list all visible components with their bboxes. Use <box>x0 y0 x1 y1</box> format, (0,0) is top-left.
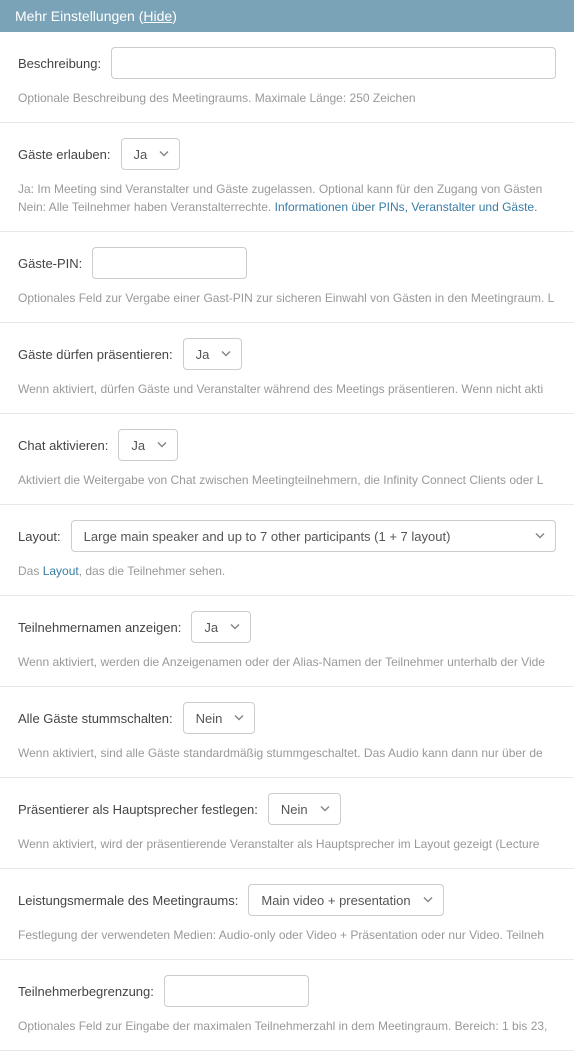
pins-info-link[interactable]: Informationen über PINs, Veranstalter un… <box>275 200 538 214</box>
guests-present-value: Ja <box>196 347 210 362</box>
presenter-main-value: Nein <box>281 802 308 817</box>
field-capabilities: Leistungsmermale des Meetingraums: Main … <box>0 869 574 960</box>
description-help: Optionale Beschreibung des Meetingraums.… <box>18 89 556 107</box>
presenter-main-label: Präsentierer als Hauptsprecher festlegen… <box>18 802 258 817</box>
show-names-help: Wenn aktiviert, werden die Anzeigenamen … <box>18 653 556 671</box>
field-description: Beschreibung: Optionale Beschreibung des… <box>0 32 574 123</box>
description-label: Beschreibung: <box>18 56 101 71</box>
chevron-down-icon <box>221 347 231 362</box>
chat-label: Chat aktivieren: <box>18 438 108 453</box>
allow-guests-help2: Nein: Alle Teilnehmer haben Veranstalter… <box>18 198 556 216</box>
show-names-label: Teilnehmernamen anzeigen: <box>18 620 181 635</box>
guests-present-help: Wenn aktiviert, dürfen Gäste und Veranst… <box>18 380 556 398</box>
field-guests-present: Gäste dürfen präsentieren: Ja Wenn aktiv… <box>0 323 574 414</box>
chevron-down-icon <box>159 147 169 162</box>
settings-header: Mehr Einstellungen (Hide) <box>0 0 574 32</box>
header-title-suffix: ) <box>172 8 177 24</box>
field-presenter-main: Präsentierer als Hauptsprecher festlegen… <box>0 778 574 869</box>
capabilities-value: Main video + presentation <box>261 893 410 908</box>
field-chat: Chat aktivieren: Ja Aktiviert die Weiter… <box>0 414 574 505</box>
limit-label: Teilnehmerbegrenzung: <box>18 984 154 999</box>
chevron-down-icon <box>423 893 433 908</box>
show-names-select[interactable]: Ja <box>191 611 251 643</box>
hide-link[interactable]: Hide <box>143 8 172 24</box>
header-title-prefix: Mehr Einstellungen ( <box>15 8 143 24</box>
layout-help: Das Layout, das die Teilnehmer sehen. <box>18 562 556 580</box>
presenter-main-select[interactable]: Nein <box>268 793 341 825</box>
guest-pin-help: Optionales Feld zur Vergabe einer Gast-P… <box>18 289 556 307</box>
layout-select[interactable]: Large main speaker and up to 7 other par… <box>71 520 556 552</box>
layout-label: Layout: <box>18 529 61 544</box>
capabilities-label: Leistungsmermale des Meetingraums: <box>18 893 238 908</box>
presenter-main-help: Wenn aktiviert, wird der präsentierende … <box>18 835 556 853</box>
limit-input[interactable] <box>164 975 309 1007</box>
chevron-down-icon <box>320 802 330 817</box>
chevron-down-icon <box>535 529 545 544</box>
chat-select[interactable]: Ja <box>118 429 178 461</box>
chat-help: Aktiviert die Weitergabe von Chat zwisch… <box>18 471 556 489</box>
mute-guests-value: Nein <box>196 711 223 726</box>
chat-value: Ja <box>131 438 145 453</box>
chevron-down-icon <box>230 620 240 635</box>
mute-guests-help: Wenn aktiviert, sind alle Gäste standard… <box>18 744 556 762</box>
mute-guests-label: Alle Gäste stummschalten: <box>18 711 173 726</box>
guests-present-select[interactable]: Ja <box>183 338 243 370</box>
mute-guests-select[interactable]: Nein <box>183 702 256 734</box>
allow-guests-select[interactable]: Ja <box>121 138 181 170</box>
layout-value: Large main speaker and up to 7 other par… <box>84 529 451 544</box>
chevron-down-icon <box>157 438 167 453</box>
guests-present-label: Gäste dürfen präsentieren: <box>18 347 173 362</box>
field-show-names: Teilnehmernamen anzeigen: Ja Wenn aktivi… <box>0 596 574 687</box>
guest-pin-input[interactable] <box>92 247 247 279</box>
field-layout: Layout: Large main speaker and up to 7 o… <box>0 505 574 596</box>
capabilities-select[interactable]: Main video + presentation <box>248 884 443 916</box>
limit-help: Optionales Feld zur Eingabe der maximale… <box>18 1017 556 1035</box>
show-names-value: Ja <box>204 620 218 635</box>
allow-guests-label: Gäste erlauben: <box>18 147 111 162</box>
field-mute-guests: Alle Gäste stummschalten: Nein Wenn akti… <box>0 687 574 778</box>
layout-link[interactable]: Layout <box>43 564 79 578</box>
capabilities-help: Festlegung der verwendeten Medien: Audio… <box>18 926 556 944</box>
allow-guests-value: Ja <box>134 147 148 162</box>
description-input[interactable] <box>111 47 556 79</box>
allow-guests-help1: Ja: Im Meeting sind Veranstalter und Gäs… <box>18 180 556 198</box>
guest-pin-label: Gäste-PIN: <box>18 256 82 271</box>
field-limit: Teilnehmerbegrenzung: Optionales Feld zu… <box>0 960 574 1051</box>
field-guest-pin: Gäste-PIN: Optionales Feld zur Vergabe e… <box>0 232 574 323</box>
field-allow-guests: Gäste erlauben: Ja Ja: Im Meeting sind V… <box>0 123 574 232</box>
chevron-down-icon <box>234 711 244 726</box>
